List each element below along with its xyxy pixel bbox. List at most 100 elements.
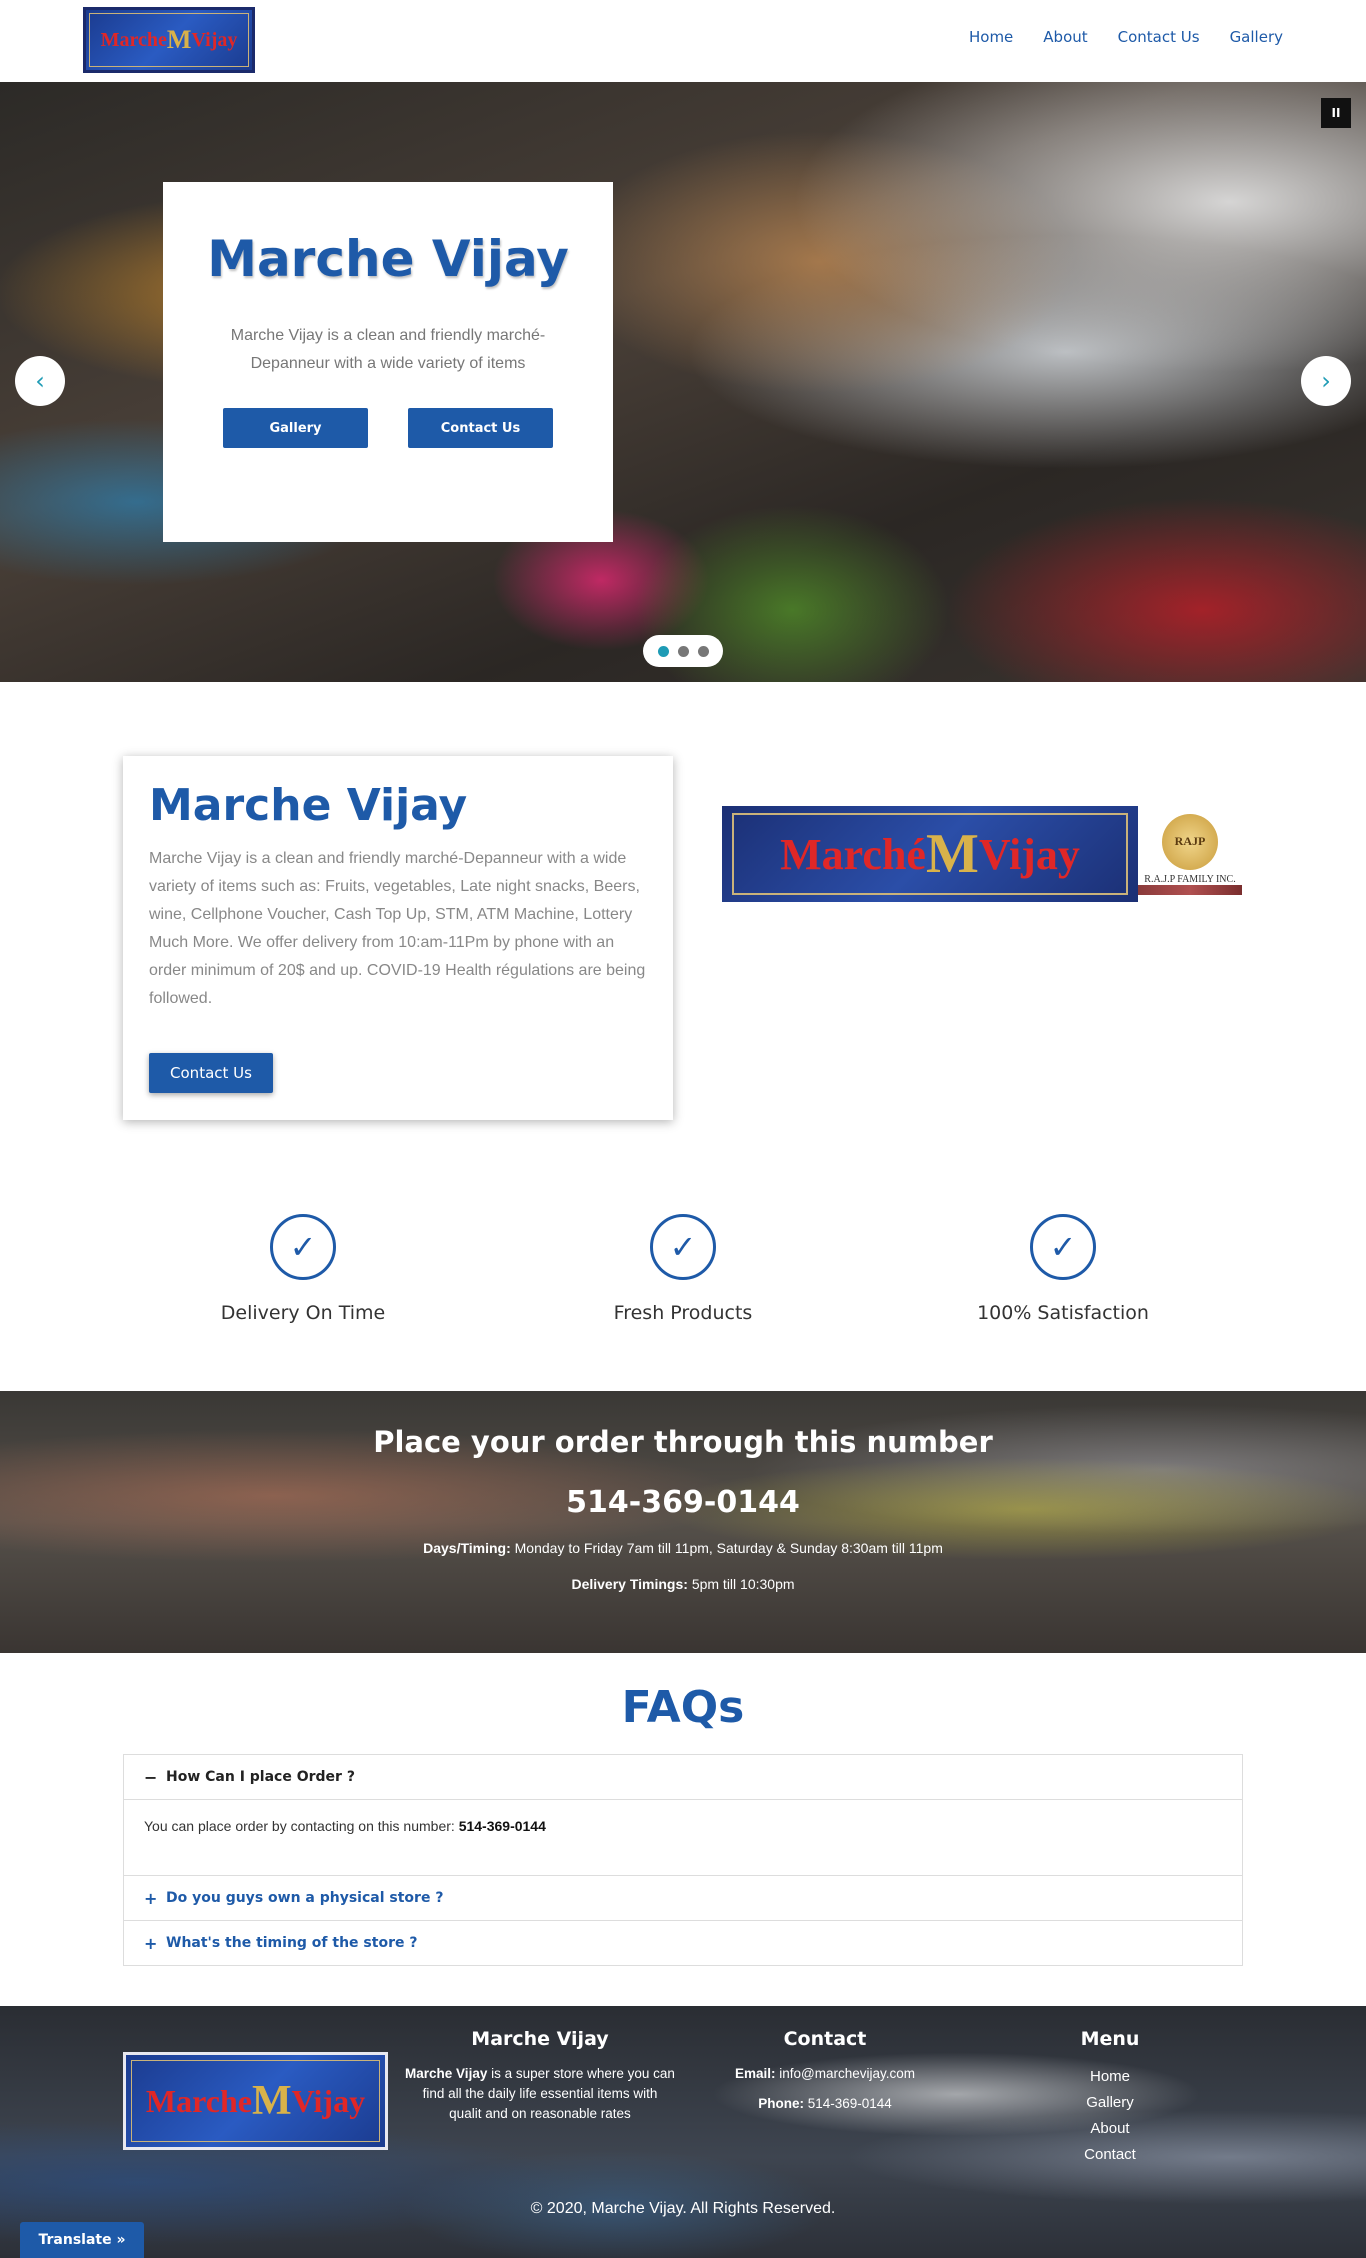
check-circle-icon: ✓ <box>650 1214 716 1280</box>
slider-dot-1[interactable] <box>657 645 669 657</box>
about-text: Marche Vijay is a clean and friendly mar… <box>149 850 646 1007</box>
nav-about[interactable]: About <box>1043 28 1087 46</box>
chevron-right-icon[interactable]: › <box>1301 356 1351 406</box>
banner-text-left: Marché <box>780 829 926 879</box>
logo-frame: Marche M Vijay <box>89 13 249 67</box>
hero-text: Marche Vijay is a clean and friendly mar… <box>230 327 546 372</box>
faq-accordion: − How Can I place Order ? You can place … <box>123 1754 1243 1966</box>
copyright: © 2020, Marche Vijay. All Rights Reserve… <box>530 2200 836 2217</box>
faq-item: − How Can I place Order ? You can place … <box>124 1755 1242 1876</box>
faq-item: + What's the timing of the store ? <box>124 1921 1242 1965</box>
footer-menu-title: Menu <box>1080 2028 1140 2050</box>
feature-label: Delivery On Time <box>220 1302 386 1324</box>
logo-text-left: Marche <box>100 28 167 51</box>
store-banner: Marché M Vijay RAJP R.A.J.P FAMILY INC. <box>722 806 1242 902</box>
footer-link-about[interactable]: About <box>1050 2116 1170 2142</box>
footer-logo-monogram: M <box>251 2078 292 2124</box>
footer-email-label: Email: <box>734 2066 776 2081</box>
minus-icon: − <box>144 1767 158 1787</box>
banner-monogram: M <box>925 823 979 885</box>
footer-link-contact[interactable]: Contact <box>1050 2142 1170 2168</box>
hero-contact-button[interactable]: Contact Us <box>408 408 553 448</box>
plus-icon: + <box>144 1888 158 1908</box>
feature-fresh: ✓ Fresh Products <box>553 1214 813 1324</box>
feature-delivery: ✓ Delivery On Time <box>173 1214 433 1324</box>
rajp-logo: RAJP R.A.J.P FAMILY INC. <box>1138 806 1242 902</box>
site-footer: Marche M Vijay Marche Vijay Marche Vijay… <box>0 2006 1366 2258</box>
hero-gallery-button[interactable]: Gallery <box>223 408 368 448</box>
about-card: Marche Vijay Marche Vijay is a clean and… <box>123 756 673 1120</box>
faq-question[interactable]: + Do you guys own a physical store ? <box>124 1876 1242 1920</box>
footer-about-text: Marche Vijay is a super store where you … <box>405 2064 675 2124</box>
about-title: Marche Vijay <box>149 780 468 831</box>
faq-item: + Do you guys own a physical store ? <box>124 1876 1242 1921</box>
slider-dot-3[interactable] <box>697 645 709 657</box>
banner-text-right: Vijay <box>978 829 1080 879</box>
order-section: Place your order through this number 514… <box>0 1391 1366 1653</box>
delivery-hours-label: Delivery Timings: <box>571 1576 688 1592</box>
footer-logo-left: Marche <box>145 2082 252 2119</box>
banner-frame: Marché M Vijay <box>732 813 1128 895</box>
footer-about-title: Marche Vijay <box>471 2028 609 2050</box>
site-header: Marche M Vijay Home About Contact Us Gal… <box>0 0 1366 82</box>
rajp-seal: RAJP <box>1162 813 1218 870</box>
footer-phone-label: Phone: <box>758 2096 804 2111</box>
footer-contact-title: Contact <box>783 2028 867 2050</box>
order-phone[interactable]: 514-369-0144 <box>0 1485 1366 1520</box>
hero-buttons: Gallery Contact Us <box>163 408 613 448</box>
delivery-hours-value: 5pm till 10:30pm <box>691 1576 795 1592</box>
faq-answer: You can place order by contacting on thi… <box>124 1799 1242 1875</box>
banner-logo: Marché M Vijay <box>722 806 1138 902</box>
faq-title: FAQs <box>621 1682 745 1733</box>
footer-email: Email: info@marchevijay.com <box>715 2064 935 2084</box>
footer-contact: Contact Email: info@marchevijay.com Phon… <box>715 2028 935 2114</box>
feature-label: Fresh Products <box>613 1302 753 1324</box>
store-hours: Days/Timing: Monday to Friday 7am till 1… <box>0 1540 1366 1556</box>
nav-home[interactable]: Home <box>969 28 1013 46</box>
translate-button[interactable]: Translate » <box>20 2222 144 2258</box>
faq-answer-text: You can place order by contacting on thi… <box>144 1818 459 1834</box>
faq-answer-phone: 514-369-0144 <box>458 1818 546 1834</box>
footer-logo-right: Vijay <box>291 2082 366 2119</box>
plus-icon: + <box>144 1933 158 1953</box>
nav-gallery[interactable]: Gallery <box>1230 28 1283 46</box>
footer-logo-frame: Marche M Vijay <box>131 2060 380 2142</box>
city-skyline <box>1138 884 1242 895</box>
about-contact-button[interactable]: Contact Us <box>149 1053 273 1093</box>
faq-question-text: What's the timing of the store ? <box>166 1935 418 1951</box>
slider-dot-2[interactable] <box>677 645 689 657</box>
delivery-hours: Delivery Timings: 5pm till 10:30pm <box>0 1576 1366 1592</box>
hero-slider: II Marche Vijay Marche Vijay is a clean … <box>0 82 1366 682</box>
faq-question-text: How Can I place Order ? <box>166 1769 355 1785</box>
feature-satisfaction: ✓ 100% Satisfaction <box>933 1214 1193 1324</box>
chevron-left-icon[interactable]: ‹ <box>15 356 65 406</box>
footer-about-bold: Marche Vijay <box>405 2066 488 2081</box>
pause-icon[interactable]: II <box>1321 98 1351 128</box>
footer-about: Marche Vijay Marche Vijay is a super sto… <box>405 2028 675 2124</box>
order-title: Place your order through this number <box>373 1425 993 1459</box>
store-hours-value: Monday to Friday 7am till 11pm, Saturday… <box>514 1540 943 1556</box>
check-circle-icon: ✓ <box>1030 1214 1096 1280</box>
store-hours-label: Days/Timing: <box>423 1540 511 1556</box>
footer-menu: Menu Home Gallery About Contact <box>1050 2028 1170 2168</box>
logo-monogram: M <box>166 25 192 54</box>
footer-email-value[interactable]: info@marchevijay.com <box>779 2066 915 2081</box>
nav-contact-us[interactable]: Contact Us <box>1118 28 1200 46</box>
slider-dots <box>643 635 723 667</box>
site-logo[interactable]: Marche M Vijay <box>83 7 255 73</box>
logo-text-right: Vijay <box>191 28 238 51</box>
check-circle-icon: ✓ <box>270 1214 336 1280</box>
footer-logo: Marche M Vijay <box>123 2052 388 2150</box>
faq-question[interactable]: − How Can I place Order ? <box>124 1755 1242 1799</box>
faq-question-text: Do you guys own a physical store ? <box>166 1890 444 1906</box>
footer-link-home[interactable]: Home <box>1050 2064 1170 2090</box>
rajp-company: R.A.J.P FAMILY INC. <box>1144 873 1236 885</box>
hero-card: Marche Vijay Marche Vijay is a clean and… <box>163 182 613 542</box>
faq-question[interactable]: + What's the timing of the store ? <box>124 1921 1242 1965</box>
main-nav: Home About Contact Us Gallery <box>969 28 1283 46</box>
feature-label: 100% Satisfaction <box>977 1302 1149 1324</box>
hero-title: Marche Vijay <box>207 230 569 288</box>
footer-phone-value[interactable]: 514-369-0144 <box>808 2096 892 2111</box>
footer-phone: Phone: 514-369-0144 <box>715 2094 935 2114</box>
footer-link-gallery[interactable]: Gallery <box>1050 2090 1170 2116</box>
